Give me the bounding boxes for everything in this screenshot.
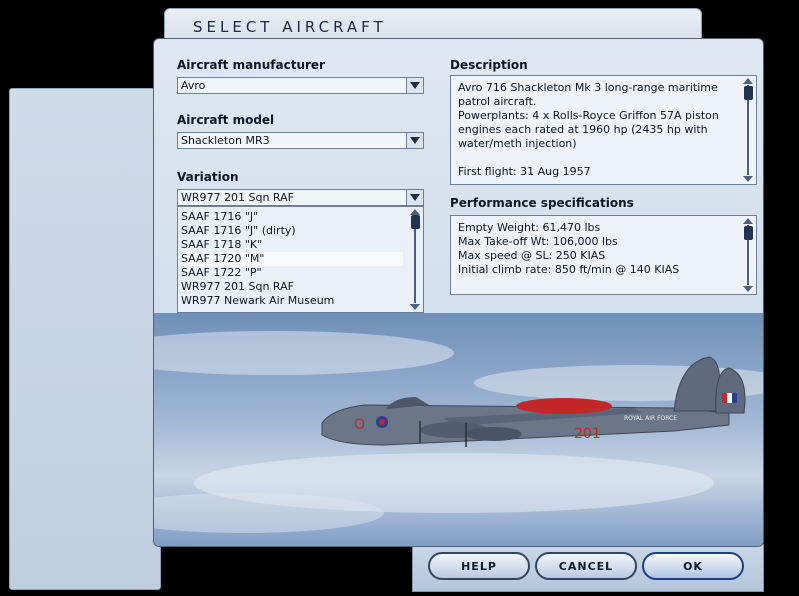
variation-list[interactable]: SAAF 1716 "J" SAAF 1716 "J" (dirty) SAAF…: [177, 206, 424, 313]
performance-line: Max speed @ SL: 250 KIAS: [458, 249, 606, 262]
description-label: Description: [450, 58, 528, 72]
list-item[interactable]: SAAF 1718 "K": [181, 238, 403, 252]
main-panel: Aircraft manufacturer Avro Aircraft mode…: [153, 38, 764, 547]
chevron-down-icon[interactable]: [406, 133, 423, 148]
scroll-up-icon[interactable]: [743, 218, 753, 224]
performance-line: Initial climb rate: 850 ft/min @ 140 KIA…: [458, 263, 680, 276]
aircraft-engine: [466, 427, 522, 441]
performance-label: Performance specifications: [450, 196, 634, 210]
window-title: SELECT AIRCRAFT: [193, 18, 387, 36]
model-value: Shackleton MR3: [181, 134, 270, 147]
aircraft-roundel-letter: O: [354, 417, 365, 433]
description-paragraph: [458, 151, 746, 165]
manufacturer-label: Aircraft manufacturer: [177, 58, 325, 72]
aircraft-roundel-center: [379, 419, 385, 425]
fin-flash: [722, 393, 727, 403]
scroll-down-icon[interactable]: [743, 176, 753, 182]
aircraft-number: 201: [574, 426, 601, 442]
cloud: [154, 331, 454, 375]
description-box: Avro 716 Shackleton Mk 3 long-range mari…: [450, 75, 757, 185]
scroll-thumb[interactable]: [411, 215, 420, 229]
performance-scrollbar[interactable]: [743, 218, 754, 292]
scroll-down-icon[interactable]: [410, 304, 420, 310]
aircraft-tip-tank: [516, 398, 612, 414]
chevron-down-icon[interactable]: [406, 78, 423, 93]
fin-flash: [727, 393, 732, 403]
list-item[interactable]: WR977 201 Sqn RAF: [181, 280, 403, 294]
list-item[interactable]: WR977 Newark Air Museum: [181, 294, 403, 308]
aircraft-fuselage-text: ROYAL AIR FORCE: [624, 415, 677, 422]
description-text: Avro 716 Shackleton Mk 3 long-range mari…: [458, 81, 746, 179]
list-item[interactable]: SAAF 1716 "J" (dirty): [181, 224, 403, 238]
variation-value: WR977 201 Sqn RAF: [181, 191, 294, 204]
aircraft-illustration: O 201 ROYAL AIR FORCE: [154, 331, 763, 533]
performance-text: Empty Weight: 61,470 lbs Max Take-off Wt…: [458, 221, 746, 277]
scroll-thumb[interactable]: [744, 86, 753, 100]
scroll-down-icon[interactable]: [743, 286, 753, 292]
scroll-thumb[interactable]: [744, 226, 753, 240]
manufacturer-value: Avro: [181, 79, 206, 92]
description-paragraph: Powerplants: 4 x Rolls-Royce Griffon 57A…: [458, 109, 719, 150]
scroll-up-icon[interactable]: [743, 78, 753, 84]
list-item[interactable]: SAAF 1716 "J": [181, 210, 403, 224]
performance-box: Empty Weight: 61,470 lbs Max Take-off Wt…: [450, 215, 757, 295]
model-label: Aircraft model: [177, 113, 275, 127]
description-paragraph: First flight: 31 Aug 1957: [458, 165, 591, 178]
chevron-down-icon[interactable]: [406, 190, 423, 205]
list-item[interactable]: SAAF 1720 "M": [181, 252, 403, 266]
performance-line: Empty Weight: 61,470 lbs: [458, 221, 601, 234]
description-paragraph: Avro 716 Shackleton Mk 3 long-range mari…: [458, 81, 718, 108]
cancel-button[interactable]: CANCEL: [535, 552, 637, 580]
performance-line: Max Take-off Wt: 106,000 lbs: [458, 235, 618, 248]
ok-button[interactable]: OK: [642, 552, 744, 580]
variation-dropdown[interactable]: WR977 201 Sqn RAF: [177, 189, 424, 206]
aircraft-tail-fin: [673, 356, 721, 412]
scroll-track[interactable]: [414, 216, 416, 303]
fin-flash: [732, 393, 737, 403]
left-side-panel: [9, 88, 161, 590]
manufacturer-dropdown[interactable]: Avro: [177, 77, 424, 94]
variation-label: Variation: [177, 170, 239, 184]
help-button[interactable]: HELP: [428, 552, 530, 580]
model-dropdown[interactable]: Shackleton MR3: [177, 132, 424, 149]
list-item[interactable]: SAAF 1722 "P": [181, 266, 403, 280]
variation-scrollbar[interactable]: [410, 209, 421, 310]
description-scrollbar[interactable]: [743, 78, 754, 182]
aircraft-preview: O 201 ROYAL AIR FORCE: [154, 313, 763, 546]
